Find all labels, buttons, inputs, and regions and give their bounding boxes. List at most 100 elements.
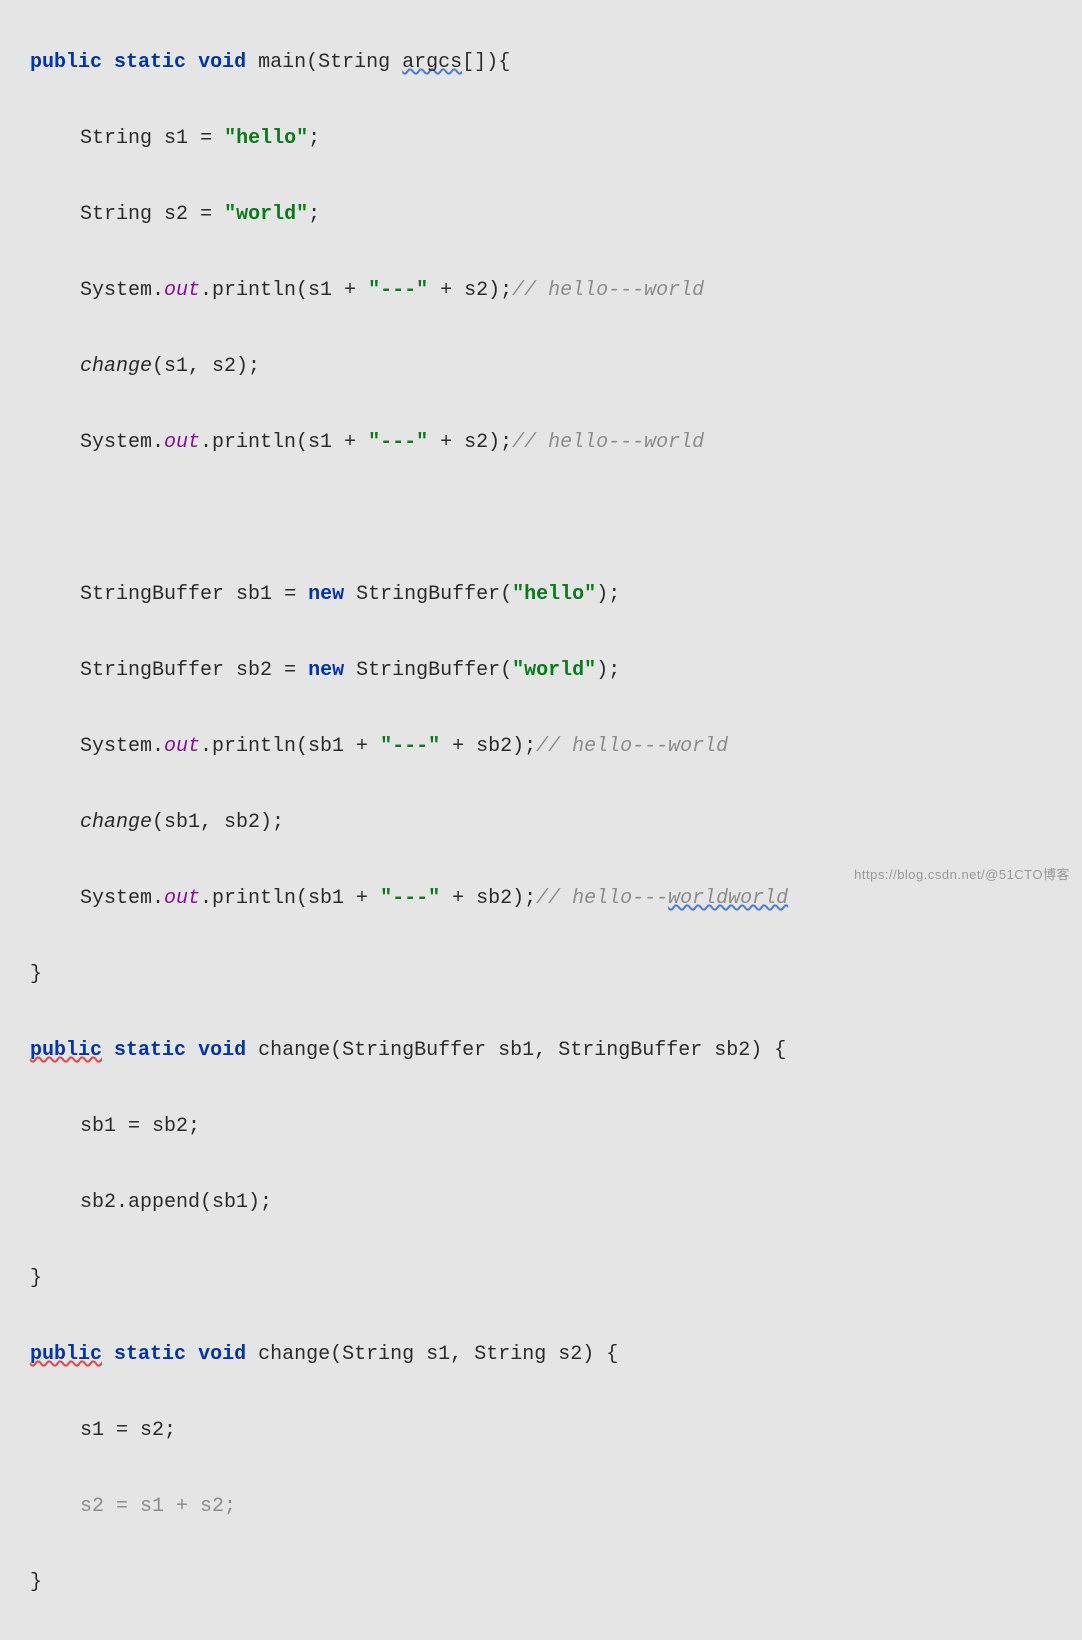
paren: ( [306,51,318,74]
field: out [164,887,200,910]
stmt: sb2.append(sb1); [80,1191,272,1214]
method-name: change [258,1343,330,1366]
code-line: System.out.println(s1 + "---" + s2);// h… [0,424,1082,462]
keyword: static [114,51,186,74]
method-name: change [258,1039,330,1062]
sys: System. [80,431,164,454]
comment: // hello---world [512,431,704,454]
type: StringBuffer [80,659,224,682]
type: String [474,1343,546,1366]
string-literal: "---" [368,279,428,302]
close: ) { [750,1039,786,1062]
string-literal: "hello" [224,127,308,150]
close: ); [596,659,620,682]
param-warning: argcs [402,51,462,74]
brace: } [30,1267,42,1290]
field: out [164,735,200,758]
comma: , [450,1343,462,1366]
type: String [318,51,390,74]
string-literal: "world" [224,203,308,226]
var: s2 [164,203,188,226]
code-line: String s2 = "world"; [0,196,1082,234]
sys: System. [80,279,164,302]
code-line: change(s1, s2); [0,348,1082,386]
ctor: StringBuffer( [356,583,512,606]
field: out [164,431,200,454]
code-line: s1 = s2; [0,1412,1082,1450]
stmt: sb1 = sb2; [80,1115,200,1138]
keyword-error: public [30,1039,102,1062]
string-literal: "---" [380,887,440,910]
string-literal: "---" [368,431,428,454]
code-line: sb2.append(sb1); [0,1184,1082,1222]
brackets: [] [462,51,486,74]
op: = [200,203,212,226]
paren: ( [330,1343,342,1366]
sys: System. [80,887,164,910]
paren: ) [486,51,498,74]
paren: ( [330,1039,342,1062]
rest: + sb2); [440,887,536,910]
code-line: System.out.println(s1 + "---" + s2);// h… [0,272,1082,310]
param: s2 [558,1343,582,1366]
code-line: s2 = s1 + s2; [0,1488,1082,1526]
field: out [164,279,200,302]
code-line: public static void main(String argcs[]){ [0,44,1082,82]
code-line: sb1 = sb2; [0,1108,1082,1146]
rest: .println(sb1 + [200,735,380,758]
comma: , [534,1039,546,1062]
method-name: main [258,51,306,74]
semi: ; [308,203,320,226]
param: sb1 [498,1039,534,1062]
op: = [284,583,296,606]
param: s1 [426,1343,450,1366]
var: sb1 [236,583,272,606]
stmt-unused: s2 = s1 + s2; [80,1495,236,1518]
rest: .println(sb1 + [200,887,380,910]
close: ); [596,583,620,606]
code-line: } [0,956,1082,994]
keyword: void [198,51,246,74]
method-call: change [80,355,152,378]
keyword: void [198,1343,246,1366]
blank-line [0,500,1082,538]
code-line: StringBuffer sb2 = new StringBuffer("wor… [0,652,1082,690]
rest: .println(s1 + [200,431,368,454]
type: String [80,203,152,226]
args: (sb1, sb2); [152,811,284,834]
comment: // hello---worldworld [536,887,788,910]
close: ) { [582,1343,618,1366]
code-line: public static void change(StringBuffer s… [0,1032,1082,1070]
keyword: void [198,1039,246,1062]
keyword: static [114,1343,186,1366]
string-literal: "---" [380,735,440,758]
keyword: new [308,659,344,682]
keyword-error: public [30,1343,102,1366]
brace: } [30,1571,42,1594]
type: String [80,127,152,150]
brace: } [30,963,42,986]
code-block: public static void main(String argcs[]){… [0,0,1082,1640]
code-line: String s1 = "hello"; [0,120,1082,158]
method-call: change [80,811,152,834]
code-line: public static void change(String s1, Str… [0,1336,1082,1374]
op: = [284,659,296,682]
keyword: new [308,583,344,606]
type: StringBuffer [558,1039,702,1062]
type: String [342,1343,414,1366]
type: StringBuffer [342,1039,486,1062]
brace: { [498,51,510,74]
watermark: https://blog.csdn.net/@51CTO博客 [854,863,1070,888]
code-line: System.out.println(sb1 + "---" + sb2);//… [0,728,1082,766]
rest: + s2); [428,279,512,302]
code-line: } [0,1564,1082,1602]
code-line: } [0,1260,1082,1298]
string-literal: "world" [512,659,596,682]
rest: .println(s1 + [200,279,368,302]
param: sb2 [714,1039,750,1062]
semi: ; [308,127,320,150]
comment: // hello---world [512,279,704,302]
op: = [200,127,212,150]
comment: // hello---world [536,735,728,758]
rest: + s2); [428,431,512,454]
